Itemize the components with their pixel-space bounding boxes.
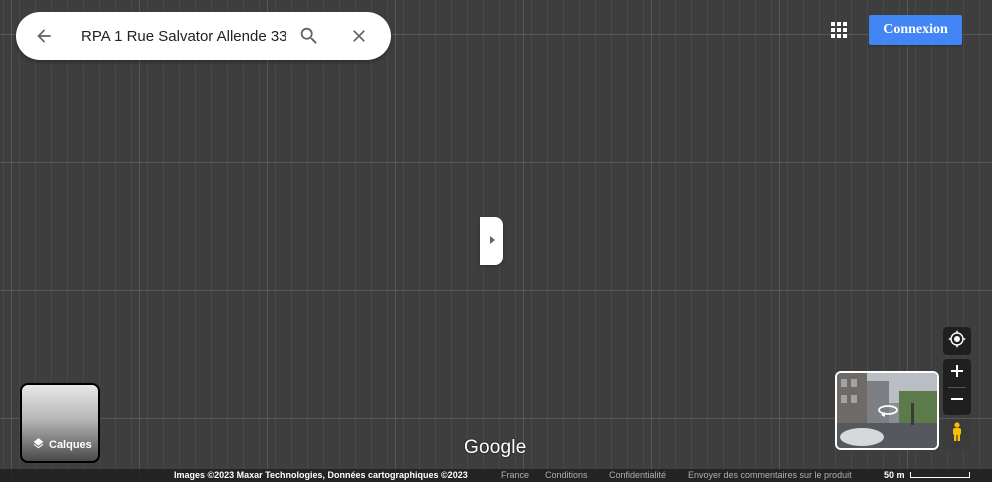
search-box [16,12,391,60]
privacy-link[interactable]: Confidentialité [609,469,666,482]
feedback-link[interactable]: Envoyer des commentaires sur le produit [688,469,852,482]
layers-button[interactable]: Calques [20,383,100,463]
layers-icon [32,437,49,453]
terms-link[interactable]: Conditions [545,469,588,482]
street-view-thumbnail[interactable] [835,371,939,450]
search-icon[interactable] [296,23,322,49]
scale-bar [910,472,970,478]
street-view-pegman-button[interactable] [943,419,971,449]
arrow-back-icon[interactable] [31,23,57,49]
my-location-icon [948,330,966,353]
layers-label-group: Calques [32,437,92,453]
plus-icon [950,364,964,383]
zoom-controls [943,359,971,415]
attribution-text: Images ©2023 Maxar Technologies, Données… [174,470,468,480]
collapse-panel-button[interactable] [480,217,503,265]
zoom-out-button[interactable] [943,387,971,415]
zoom-in-button[interactable] [943,359,971,387]
my-location-button[interactable] [943,327,971,355]
layers-label: Calques [49,439,92,451]
rotate-360-icon [877,403,899,424]
minus-icon [950,392,964,411]
map-footer: Images ©2023 Maxar Technologies, Données… [0,469,992,482]
country-link[interactable]: France [501,469,529,482]
signin-button[interactable]: Connexion [869,15,962,45]
close-icon[interactable] [346,23,372,49]
pegman-icon [951,421,963,447]
chevron-right-icon [488,232,496,250]
scale-label[interactable]: 50 m [884,469,905,482]
google-logo: Google [464,437,527,458]
apps-grid-icon[interactable] [829,20,849,40]
search-input[interactable] [81,27,286,45]
